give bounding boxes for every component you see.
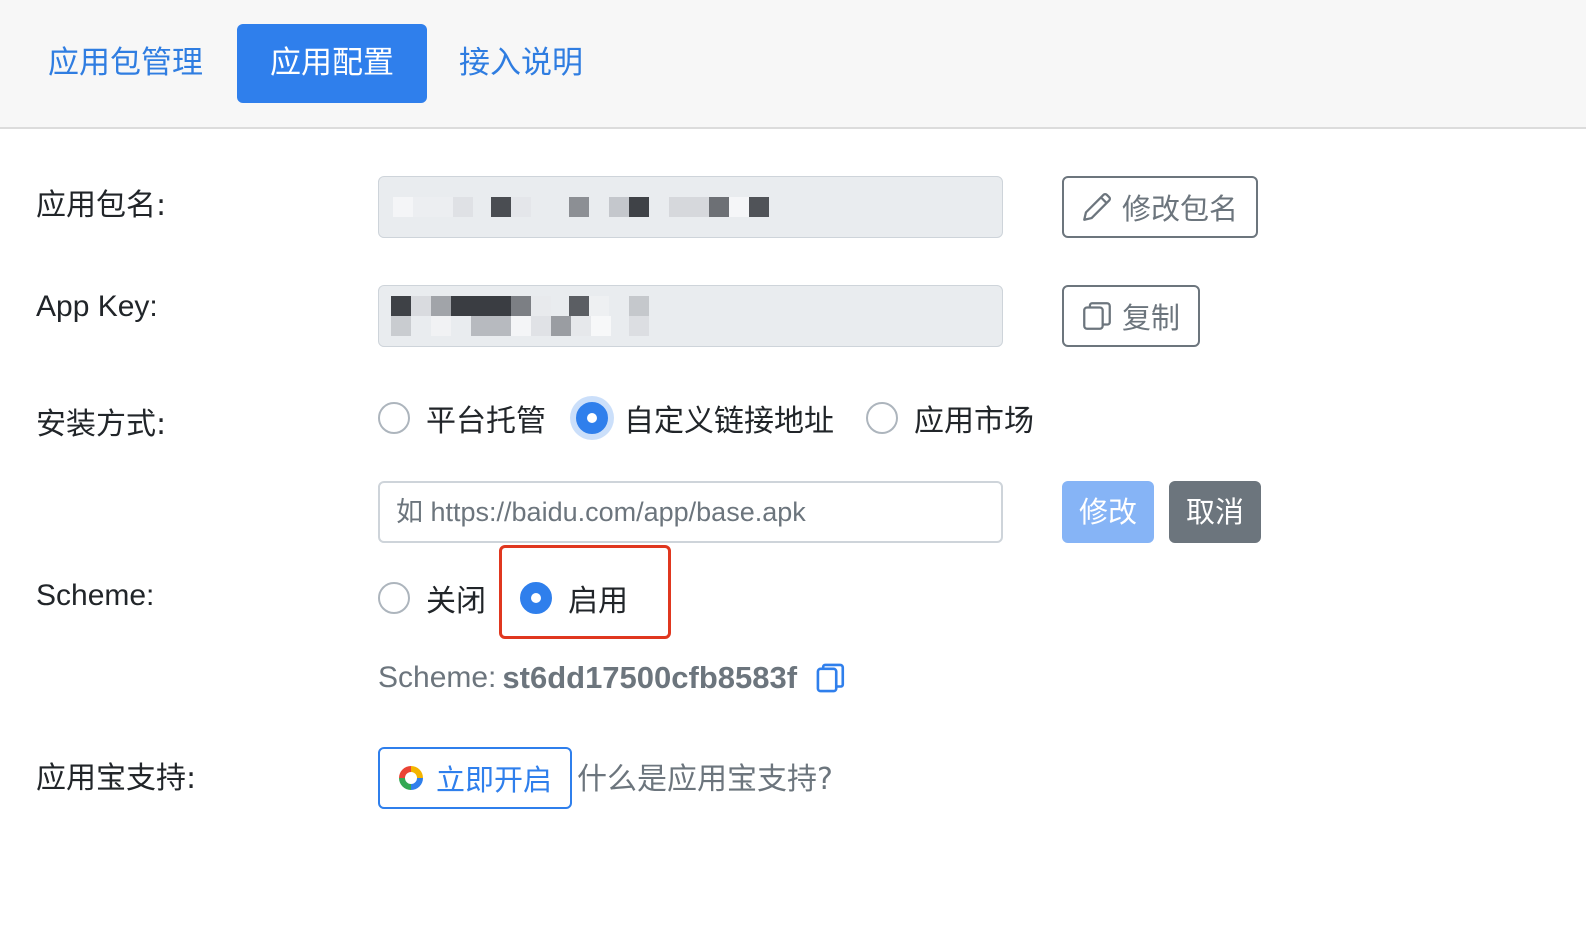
package-name-field[interactable] [378, 176, 1003, 238]
scheme-prefix: Scheme: [378, 661, 497, 694]
copy-app-key-label: 复制 [1122, 301, 1181, 335]
radio-label: 平台托管 [426, 404, 546, 439]
app-key-label: App Key: [36, 290, 158, 323]
install-method-label: 安装方式: [36, 407, 167, 442]
copy-icon [1080, 299, 1114, 333]
tab-app-config[interactable]: 应用配置 [237, 24, 427, 103]
tab-package-management[interactable]: 应用包管理 [48, 24, 203, 103]
install-method-radio-group: 平台托管 自定义链接地址 应用市场 [378, 400, 1034, 439]
yyb-logo-icon [396, 763, 426, 793]
install-option-platform[interactable]: 平台托管 [378, 396, 546, 440]
top-tab-bar: 应用包管理 应用配置 接入说明 [0, 0, 1586, 129]
package-name-label: 应用包名: [36, 188, 167, 223]
enable-yyb-label: 立即开启 [436, 763, 553, 797]
scheme-value-line: Scheme: st6dd17500cfb8583f [378, 656, 847, 700]
copy-icon[interactable] [815, 661, 847, 695]
radio-label: 自定义链接地址 [624, 404, 834, 439]
custom-url-input[interactable] [378, 481, 1003, 543]
enable-yyb-button[interactable]: 立即开启 [378, 747, 573, 809]
pencil-icon [1080, 190, 1114, 224]
app-key-field[interactable] [378, 285, 1003, 347]
radio-custom-url[interactable] [576, 402, 608, 434]
scheme-value: st6dd17500cfb8583f [502, 660, 798, 695]
radio-app-market[interactable] [866, 402, 898, 434]
yyb-support-label: 应用宝支持: [36, 761, 197, 796]
radio-label: 关闭 [426, 584, 486, 619]
cancel-url-button[interactable]: 取消 [1169, 481, 1261, 543]
tab-integration-guide[interactable]: 接入说明 [459, 24, 583, 103]
install-option-app-market[interactable]: 应用市场 [866, 396, 1034, 440]
save-url-button[interactable]: 修改 [1062, 481, 1154, 543]
edit-package-name-label: 修改包名 [1122, 192, 1239, 226]
install-option-custom-url[interactable]: 自定义链接地址 [576, 396, 834, 440]
yyb-help-link[interactable]: 什么是应用宝支持? [577, 754, 833, 798]
scheme-option-off[interactable]: 关闭 [378, 576, 486, 620]
radio-label: 应用市场 [914, 404, 1034, 439]
radio-platform-hosted[interactable] [378, 402, 410, 434]
edit-package-name-button[interactable]: 修改包名 [1062, 176, 1259, 238]
highlight-annotation-box [499, 545, 671, 639]
copy-app-key-button[interactable]: 复制 [1062, 285, 1201, 347]
radio-scheme-off[interactable] [378, 582, 410, 614]
scheme-label: Scheme: [36, 579, 155, 612]
